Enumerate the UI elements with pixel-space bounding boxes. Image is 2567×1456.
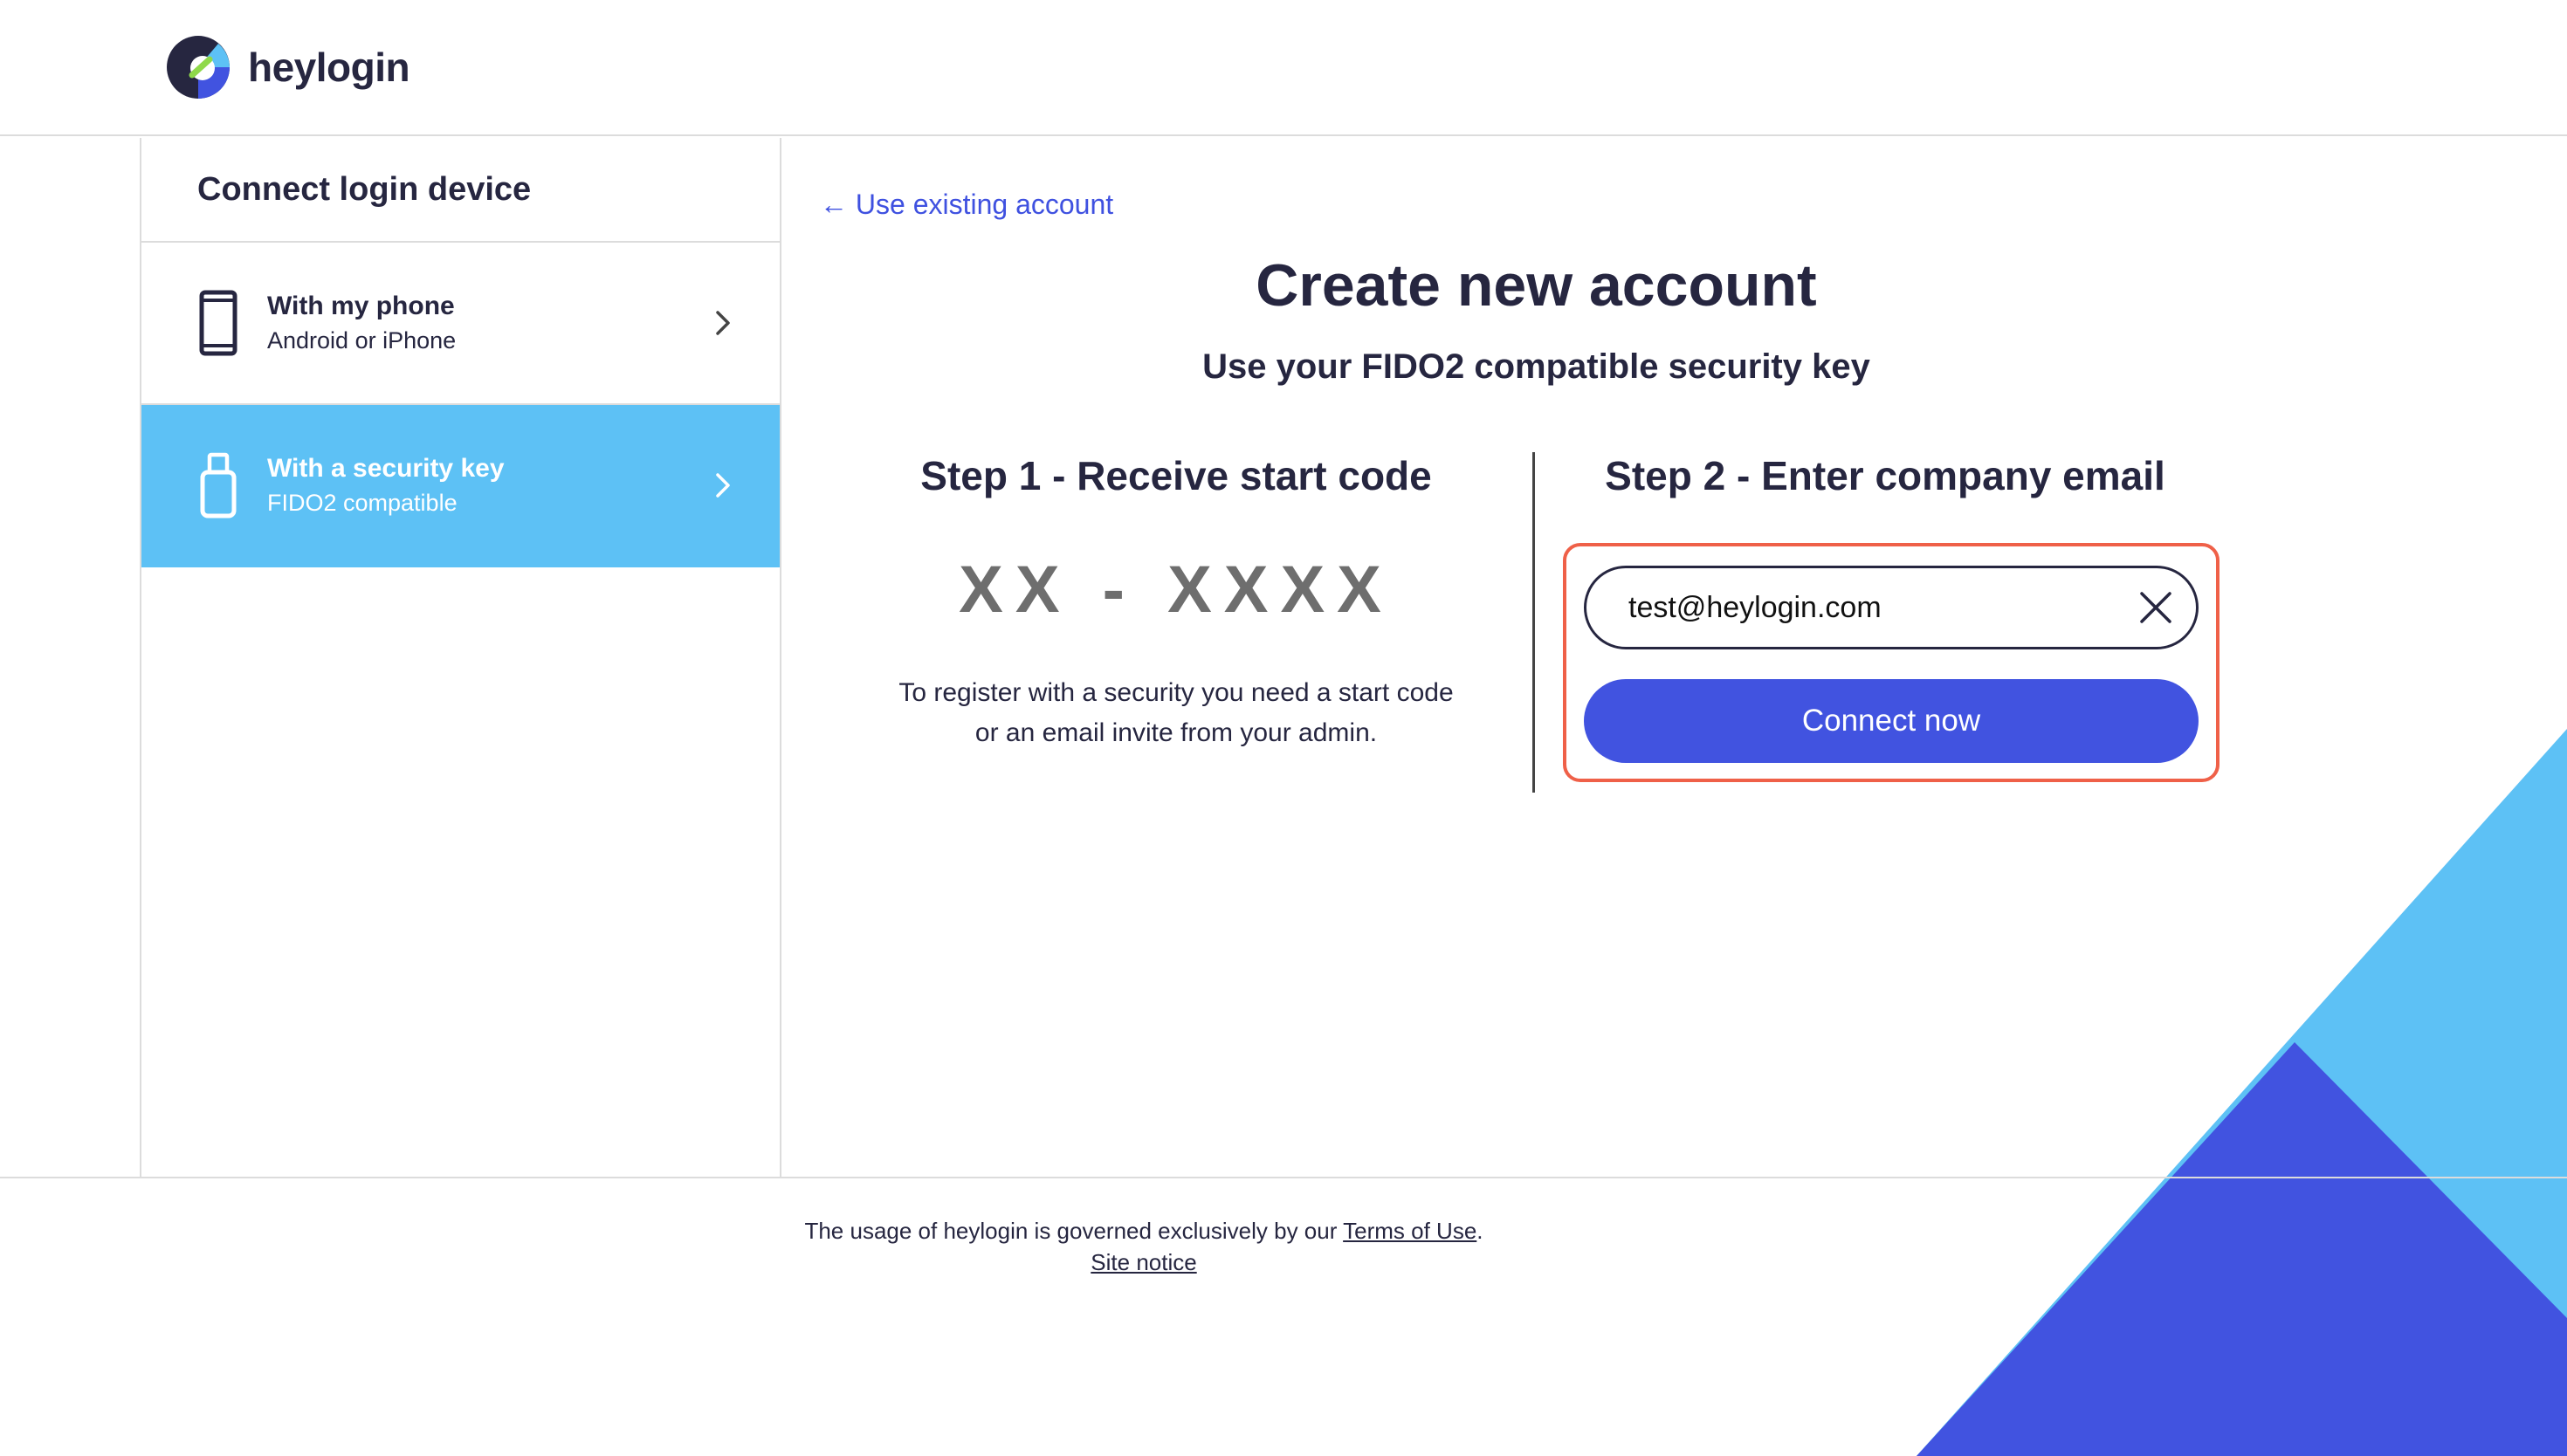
clear-email-button[interactable]	[2116, 567, 2196, 648]
logo[interactable]: heylogin	[166, 35, 410, 100]
heylogin-logo-icon	[167, 36, 230, 99]
top-bar: heylogin	[0, 0, 2567, 136]
sidebar-item-title: With a security key	[267, 454, 505, 483]
chevron-right-icon	[716, 311, 730, 335]
terms-of-use-link[interactable]: Terms of Use	[1343, 1218, 1476, 1244]
footer: The usage of heylogin is governed exclus…	[0, 1215, 2288, 1278]
sidebar-item-security-key[interactable]: With a security key FIDO2 compatible	[141, 405, 780, 567]
footer-legal-text: The usage of heylogin is governed exclus…	[0, 1215, 2288, 1247]
page-title: Create new account	[1256, 252, 1817, 319]
footer-text: The usage of heylogin is governed exclus…	[804, 1218, 1344, 1244]
step-1-panel: Step 1 - Receive start code XX - XXXX To…	[862, 452, 1490, 753]
main-content: ← Use existing account Create new accoun…	[783, 138, 2567, 1177]
step-1-description-line: or an email invite from your admin.	[974, 718, 1378, 747]
connect-now-button[interactable]: Connect now	[1584, 679, 2199, 763]
step-2-title: Step 2 - Enter company email	[1605, 453, 2165, 498]
sidebar-item-subtitle: FIDO2 compatible	[267, 490, 458, 516]
chevron-right-icon	[716, 473, 730, 498]
email-field[interactable]: test@heylogin.com	[1584, 566, 2199, 649]
usb-key-icon	[197, 452, 239, 519]
sidebar-item-subtitle: Android or iPhone	[267, 327, 457, 354]
brand-name: heylogin	[248, 45, 410, 90]
phone-icon	[197, 290, 239, 356]
use-existing-account-link[interactable]: ← Use existing account	[820, 189, 1113, 221]
step-divider	[1532, 452, 1535, 793]
step-1-description-line: To register with a security you need a s…	[898, 678, 1454, 707]
start-code-placeholder: XX - XXXX	[959, 553, 1394, 627]
footer-text-end: .	[1476, 1218, 1483, 1244]
step-2-panel: Step 2 - Enter company email	[1562, 452, 2208, 499]
footer-divider	[0, 1177, 2567, 1178]
step-1-title: Step 1 - Receive start code	[920, 453, 1432, 498]
page-subtitle: Use your FIDO2 compatible security key	[1202, 347, 1870, 386]
site-notice-link[interactable]: Site notice	[1091, 1249, 1196, 1275]
sidebar: Connect login device With my phone Andro…	[140, 138, 781, 1177]
sidebar-item-phone[interactable]: With my phone Android or iPhone	[141, 243, 780, 405]
step-1-description: To register with a security you need a s…	[862, 673, 1490, 753]
sidebar-title: Connect login device	[141, 138, 780, 243]
close-icon	[2140, 592, 2171, 623]
sidebar-item-title: With my phone	[267, 292, 455, 320]
email-value[interactable]: test@heylogin.com	[1628, 591, 2116, 625]
